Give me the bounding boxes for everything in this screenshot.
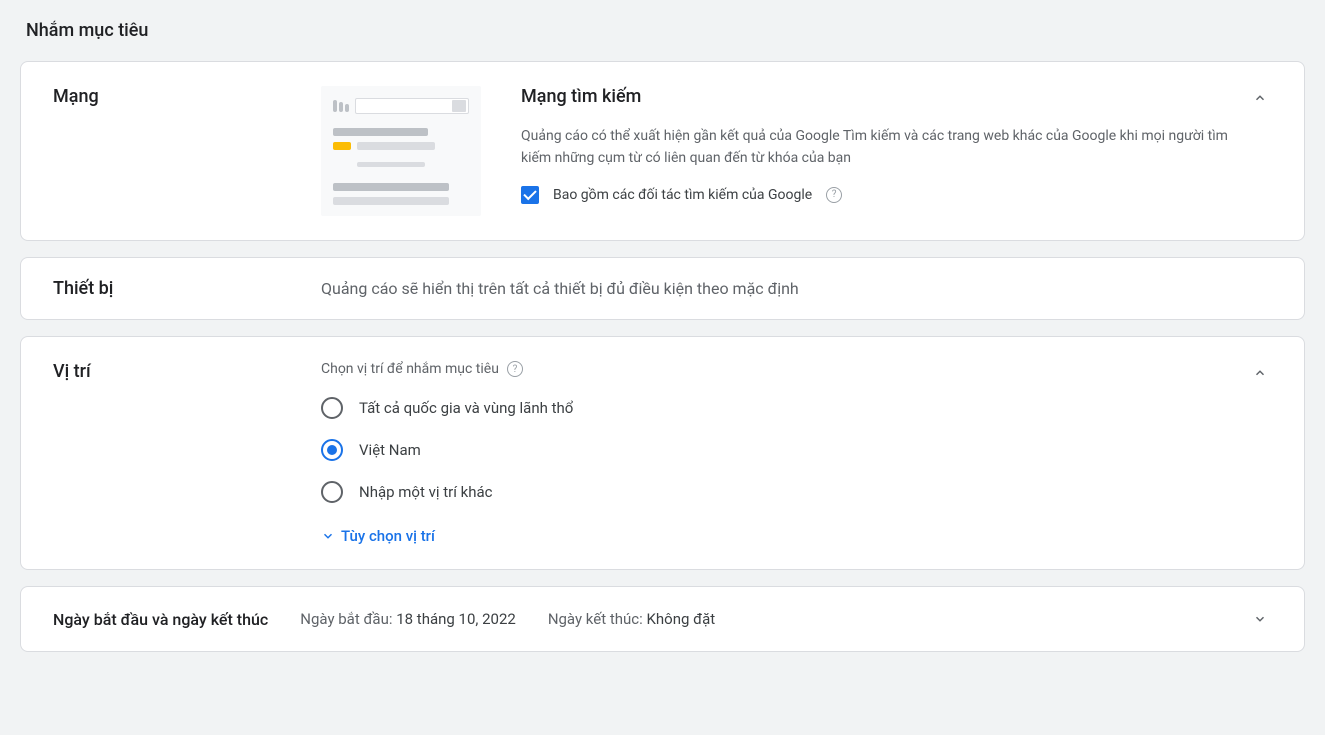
radio-label: Việt Nam [359,441,421,459]
networks-card: Mạng [20,61,1305,241]
search-network-description: Quảng cáo có thể xuất hiện gần kết quả c… [521,125,1248,170]
chevron-down-icon [321,529,335,543]
search-network-illustration [321,86,481,216]
locations-subtitle: Chọn vị trí để nhắm mục tiêu [321,361,499,377]
end-date-key: Ngày kết thúc: [548,610,647,628]
search-partners-label: Bao gồm các đối tác tìm kiếm của Google [553,187,812,203]
dates-card[interactable]: Ngày bắt đầu và ngày kết thúc Ngày bắt đ… [20,586,1305,652]
start-date-value: 18 tháng 10, 2022 [396,610,516,628]
location-options-expand[interactable]: Tùy chọn vị trí [321,527,1248,545]
radio-label: Tất cả quốc gia và vùng lãnh thổ [359,399,573,417]
devices-summary-text: Quảng cáo sẽ hiển thị trên tất cả thiết … [321,279,799,298]
devices-card[interactable]: Thiết bị Quảng cáo sẽ hiển thị trên tất … [20,257,1305,320]
location-option-all[interactable]: Tất cả quốc gia và vùng lãnh thổ [321,397,1248,419]
start-date-key: Ngày bắt đầu: [300,610,396,628]
location-option-vietnam[interactable]: Việt Nam [321,439,1248,461]
search-partners-checkbox[interactable] [521,186,539,204]
radio-label: Nhập một vị trí khác [359,483,493,501]
devices-label: Thiết bị [53,278,321,299]
radio-button[interactable] [321,397,343,419]
dates-label: Ngày bắt đầu và ngày kết thúc [53,610,268,629]
locations-label: Vị trí [53,361,321,382]
chevron-down-icon[interactable] [1248,607,1272,631]
location-options-link-text: Tùy chọn vị trí [341,527,435,545]
location-radio-group: Tất cả quốc gia và vùng lãnh thổ Việt Na… [321,397,1248,503]
locations-card: Vị trí Chọn vị trí để nhắm mục tiêu ? Tấ… [20,336,1305,570]
section-title: Nhắm mục tiêu [26,20,1305,41]
help-icon[interactable]: ? [826,187,842,203]
search-network-title: Mạng tìm kiếm [521,86,1248,107]
networks-label: Mạng [53,86,321,107]
radio-button[interactable] [321,481,343,503]
location-option-other[interactable]: Nhập một vị trí khác [321,481,1248,503]
end-date-value: Không đặt [646,610,715,628]
chevron-up-icon[interactable] [1248,361,1272,385]
radio-button[interactable] [321,439,343,461]
help-icon[interactable]: ? [507,361,523,377]
chevron-up-icon[interactable] [1248,86,1272,110]
